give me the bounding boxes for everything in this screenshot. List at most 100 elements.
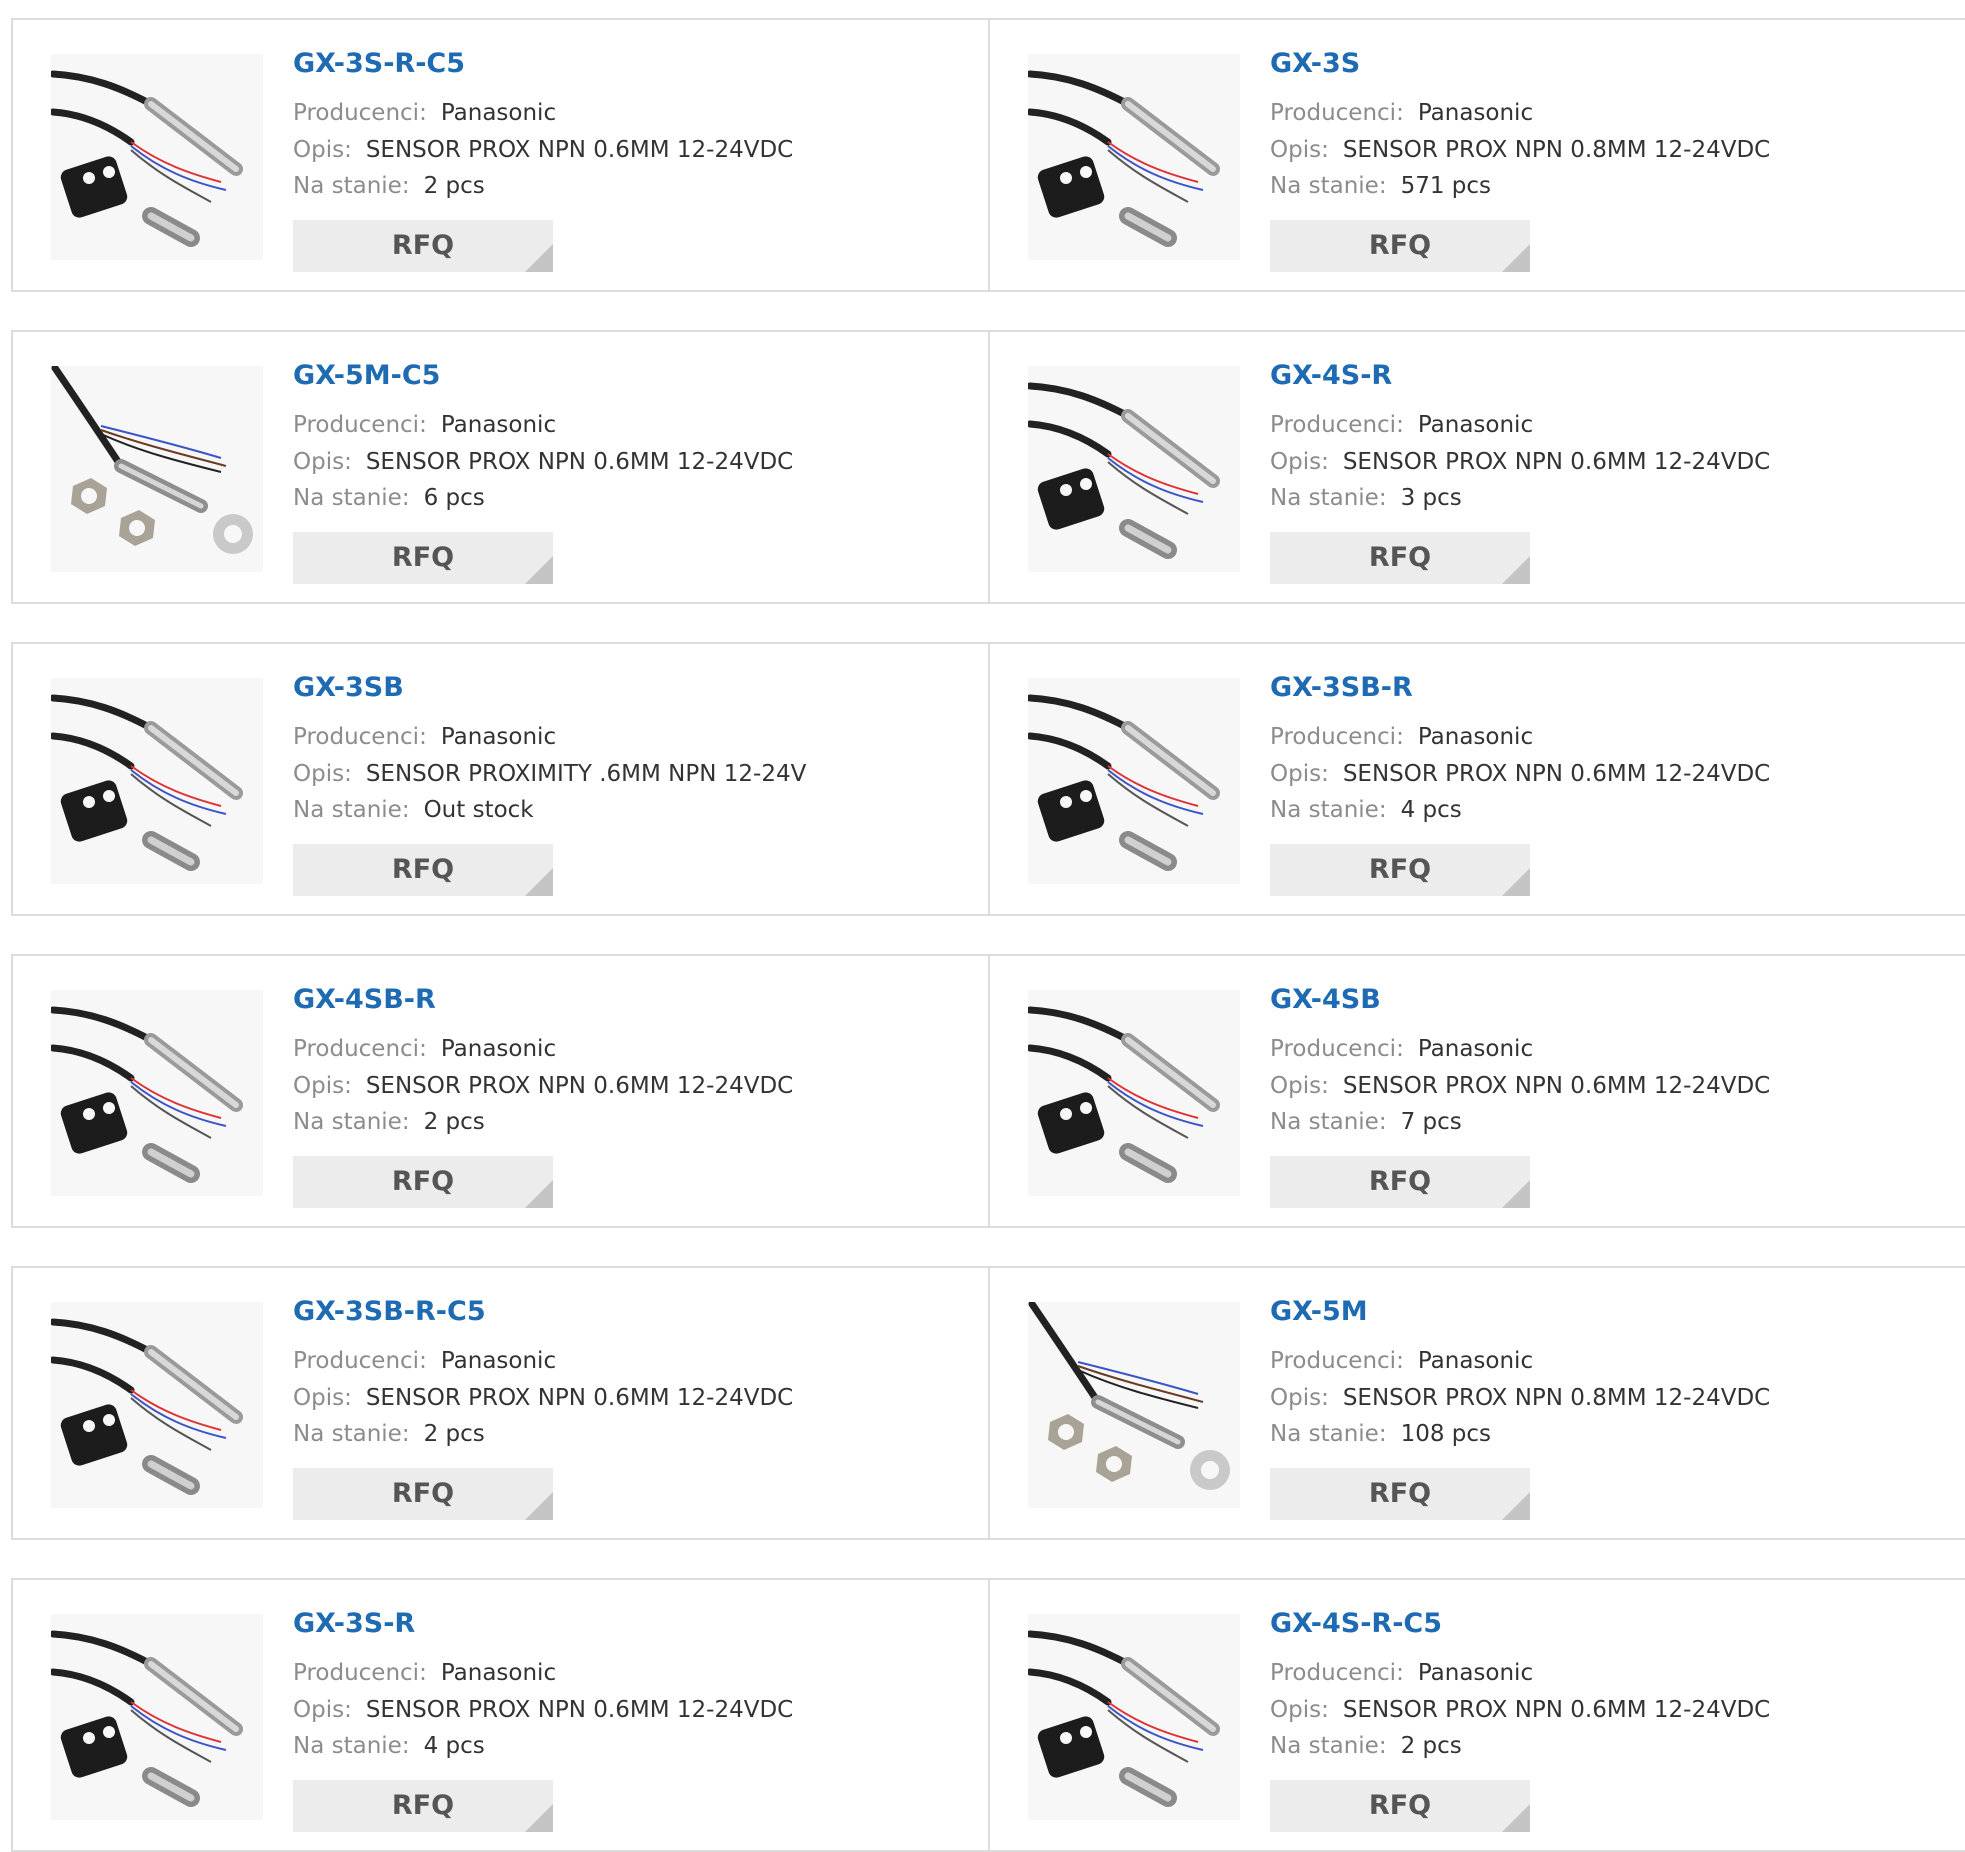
description-row: Opis: SENSOR PROX NPN 0.6MM 12-24VDC — [1270, 1073, 1770, 1099]
product-image[interactable] — [1026, 990, 1240, 1196]
product-image[interactable] — [49, 1302, 263, 1508]
manufacturer-row: Producenci: Panasonic — [1270, 100, 1533, 126]
rfq-button[interactable]: RFQ — [1270, 1156, 1530, 1208]
product-card: GX-4SB Producenci: Panasonic Opis: SENSOR … — [988, 954, 1965, 1228]
description-label: Opis: — [293, 1073, 352, 1099]
description-value: SENSOR PROX NPN 0.6MM 12-24VDC — [365, 449, 794, 475]
product-part-link[interactable]: GX-4SB-R — [293, 984, 436, 1015]
manufacturer-value: Panasonic — [440, 1660, 557, 1686]
stock-row: Na stanie: 2 pcs — [1270, 1733, 1462, 1759]
manufacturer-label: Producenci: — [1270, 1348, 1404, 1374]
rfq-label: RFQ — [1368, 1166, 1432, 1197]
product-image[interactable] — [49, 678, 263, 884]
product-card: GX-3SB Producenci: Panasonic Opis: SENSOR … — [11, 642, 991, 916]
stock-row: Na stanie: 2 pcs — [293, 173, 485, 199]
product-image[interactable] — [49, 1614, 263, 1820]
product-image[interactable] — [51, 364, 263, 572]
product-part-link[interactable]: GX-3SB-R — [1270, 672, 1413, 703]
product-part-link[interactable]: GX-3S-R-C5 — [293, 48, 465, 79]
rfq-label: RFQ — [391, 1478, 455, 1509]
product-image[interactable] — [1026, 1614, 1240, 1820]
product-part-link[interactable]: GX-3SB-R-C5 — [293, 1296, 486, 1327]
stock-value: 4 pcs — [423, 1733, 485, 1759]
product-image[interactable] — [1026, 366, 1240, 572]
description-row: Opis: SENSOR PROX NPN 0.6MM 12-24VDC — [1270, 761, 1770, 787]
product-part-link[interactable]: GX-3S — [1270, 48, 1360, 79]
description-row: Opis: SENSOR PROX NPN 0.6MM 12-24VDC — [293, 1385, 793, 1411]
stock-row: Na stanie: Out stock — [293, 797, 534, 823]
description-value: SENSOR PROXIMITY .6MM NPN 12-24V — [365, 761, 807, 787]
description-row: Opis: SENSOR PROXIMITY .6MM NPN 12-24V — [293, 761, 806, 787]
description-value: SENSOR PROX NPN 0.6MM 12-24VDC — [1342, 1697, 1771, 1723]
stock-value: 108 pcs — [1400, 1421, 1492, 1447]
rfq-button[interactable]: RFQ — [293, 844, 553, 896]
description-value: SENSOR PROX NPN 0.8MM 12-24VDC — [1342, 137, 1771, 163]
description-label: Opis: — [1270, 449, 1329, 475]
description-label: Opis: — [293, 761, 352, 787]
product-image[interactable] — [1026, 54, 1240, 260]
manufacturer-label: Producenci: — [293, 724, 427, 750]
product-part-link[interactable]: GX-3SB — [293, 672, 404, 703]
product-grid: GX-3S-R-C5 Producenci: Panasonic Opis: SEN… — [0, 0, 1965, 1852]
rfq-button[interactable]: RFQ — [293, 1156, 553, 1208]
product-image[interactable] — [1026, 678, 1240, 884]
stock-value: 4 pcs — [1400, 797, 1462, 823]
corner-triangle-icon — [525, 1180, 553, 1208]
description-label: Opis: — [293, 1385, 352, 1411]
product-part-link[interactable]: GX-4SB — [1270, 984, 1381, 1015]
manufacturer-label: Producenci: — [1270, 412, 1404, 438]
product-part-link[interactable]: GX-5M — [1270, 1296, 1368, 1327]
manufacturer-label: Producenci: — [1270, 1660, 1404, 1686]
product-image[interactable] — [1028, 1300, 1240, 1508]
product-part-link[interactable]: GX-4S-R-C5 — [1270, 1608, 1442, 1639]
product-part-link[interactable]: GX-4S-R — [1270, 360, 1392, 391]
manufacturer-value: Panasonic — [440, 412, 557, 438]
rfq-label: RFQ — [1368, 1790, 1432, 1821]
rfq-button[interactable]: RFQ — [293, 1780, 553, 1832]
rfq-button[interactable]: RFQ — [293, 220, 553, 272]
stock-row: Na stanie: 4 pcs — [293, 1733, 485, 1759]
manufacturer-value: Panasonic — [1417, 412, 1534, 438]
rfq-label: RFQ — [391, 230, 455, 261]
description-row: Opis: SENSOR PROX NPN 0.6MM 12-24VDC — [293, 449, 793, 475]
product-card: GX-3S-R Producenci: Panasonic Opis: SENSOR… — [11, 1578, 991, 1852]
rfq-button[interactable]: RFQ — [1270, 844, 1530, 896]
stock-value: 2 pcs — [423, 1421, 485, 1447]
corner-triangle-icon — [1502, 1180, 1530, 1208]
product-part-link[interactable]: GX-5M-C5 — [293, 360, 440, 391]
corner-triangle-icon — [1502, 1492, 1530, 1520]
product-image[interactable] — [49, 54, 263, 260]
stock-value: 7 pcs — [1400, 1109, 1462, 1135]
manufacturer-row: Producenci: Panasonic — [293, 412, 556, 438]
manufacturer-value: Panasonic — [1417, 1660, 1534, 1686]
stock-row: Na stanie: 2 pcs — [293, 1421, 485, 1447]
stock-label: Na stanie: — [293, 797, 410, 823]
rfq-button[interactable]: RFQ — [1270, 1468, 1530, 1520]
rfq-button[interactable]: RFQ — [1270, 220, 1530, 272]
product-part-link[interactable]: GX-3S-R — [293, 1608, 415, 1639]
rfq-label: RFQ — [1368, 854, 1432, 885]
manufacturer-label: Producenci: — [1270, 100, 1404, 126]
corner-triangle-icon — [525, 1804, 553, 1832]
manufacturer-label: Producenci: — [1270, 1036, 1404, 1062]
stock-label: Na stanie: — [1270, 797, 1387, 823]
rfq-label: RFQ — [391, 1790, 455, 1821]
description-value: SENSOR PROX NPN 0.6MM 12-24VDC — [1342, 449, 1771, 475]
stock-label: Na stanie: — [1270, 1421, 1387, 1447]
rfq-button[interactable]: RFQ — [293, 1468, 553, 1520]
product-image[interactable] — [49, 990, 263, 1196]
manufacturer-value: Panasonic — [440, 1348, 557, 1374]
stock-label: Na stanie: — [1270, 1109, 1387, 1135]
description-value: SENSOR PROX NPN 0.6MM 12-24VDC — [365, 1073, 794, 1099]
manufacturer-row: Producenci: Panasonic — [293, 1348, 556, 1374]
rfq-button[interactable]: RFQ — [1270, 1780, 1530, 1832]
stock-value: 571 pcs — [1400, 173, 1492, 199]
description-label: Opis: — [1270, 1697, 1329, 1723]
rfq-button[interactable]: RFQ — [293, 532, 553, 584]
rfq-button[interactable]: RFQ — [1270, 532, 1530, 584]
manufacturer-label: Producenci: — [293, 412, 427, 438]
product-card: GX-3SB-R Producenci: Panasonic Opis: SENSO… — [988, 642, 1965, 916]
description-label: Opis: — [1270, 1073, 1329, 1099]
manufacturer-row: Producenci: Panasonic — [293, 100, 556, 126]
manufacturer-value: Panasonic — [1417, 1036, 1534, 1062]
